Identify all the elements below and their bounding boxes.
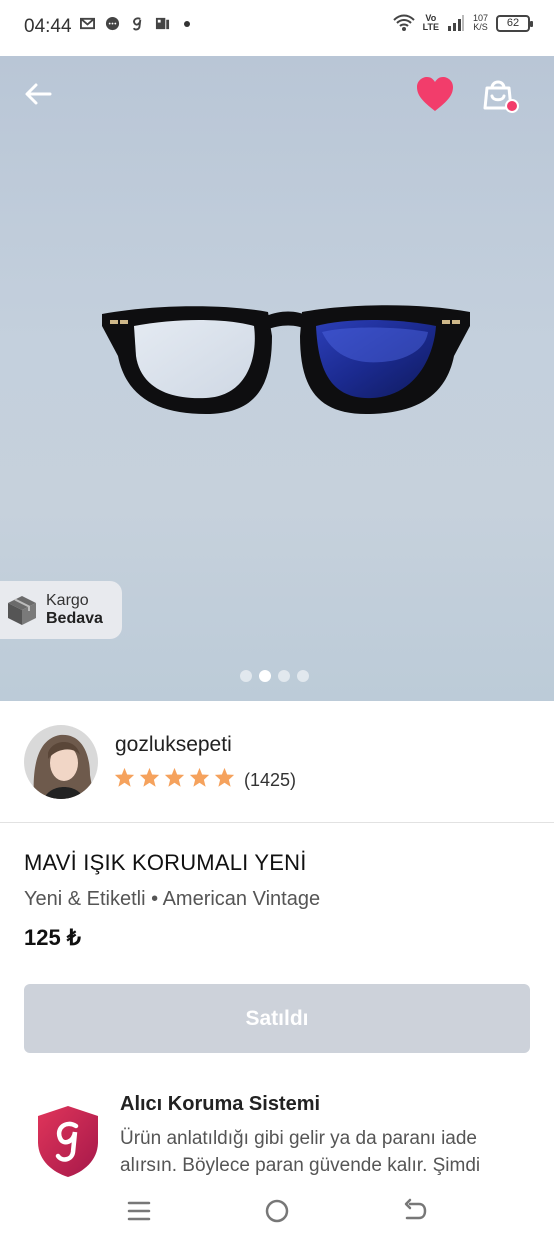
product-condition-brand: Yeni & Etiketli • American Vintage: [24, 888, 321, 910]
sold-button[interactable]: Satıldı: [24, 984, 530, 1053]
status-bar: 04:44 Vo LTE 107 K/S 62: [0, 0, 554, 56]
battery-level: 62: [506, 16, 520, 29]
home-icon[interactable]: [264, 1198, 290, 1224]
carousel-dots[interactable]: [240, 670, 309, 682]
package-box-icon: [8, 596, 36, 625]
free-shipping-badge: Kargo Bedava: [0, 581, 122, 639]
notification-icons: [80, 16, 190, 31]
carousel-dot[interactable]: [240, 670, 252, 682]
network-speed: 107 K/S: [473, 14, 488, 32]
battery-icon: 62: [496, 14, 533, 32]
seller-row[interactable]: gozluksepeti (1425): [0, 701, 554, 823]
wifi-icon: [392, 14, 415, 31]
buyer-protection-title: Alıcı Koruma Sistemi: [120, 1093, 321, 1115]
carousel-dot[interactable]: [278, 670, 290, 682]
carousel-dot-active[interactable]: [259, 670, 271, 682]
rating-stars: [114, 767, 235, 788]
star-icon: [139, 767, 160, 787]
signal-icon: [447, 15, 464, 31]
heart-icon[interactable]: [414, 74, 456, 114]
volte-indicator: Vo LTE: [422, 13, 439, 32]
carousel-dot[interactable]: [297, 670, 309, 682]
back-arrow-icon[interactable]: [20, 76, 56, 112]
star-icon: [114, 767, 135, 787]
chat-icon: [105, 16, 120, 31]
star-icon: [164, 767, 185, 787]
back-icon[interactable]: [402, 1198, 428, 1224]
gmail-icon: [80, 17, 95, 30]
star-icon: [214, 767, 235, 787]
status-time: 04:44: [24, 16, 72, 37]
product-title: MAVİ IŞIK KORUMALI YENİ: [24, 850, 307, 875]
shopping-bag-icon[interactable]: [480, 74, 522, 116]
gardrops-icon: [132, 17, 142, 31]
star-icon: [189, 767, 210, 787]
seller-avatar[interactable]: [24, 725, 98, 799]
eyeglasses-product-photo: [102, 305, 470, 414]
rating-count: (1425): [244, 770, 297, 790]
more-notifications-icon: [184, 20, 190, 27]
system-status: Vo LTE 107 K/S 62: [392, 13, 533, 32]
recent-apps-icon[interactable]: [126, 1198, 152, 1224]
buyer-protection-shield-icon: [38, 1106, 98, 1177]
badge-line-1: Kargo: [46, 592, 89, 609]
product-price: 125 ₺: [24, 925, 81, 950]
news-icon: [155, 17, 170, 30]
system-navigation-bar: [0, 1180, 554, 1239]
buyer-protection-text: Ürün anlatıldığı gibi gelir ya da paranı…: [120, 1128, 481, 1176]
speed-unit: K/S: [473, 22, 488, 32]
product-image-carousel[interactable]: Kargo Bedava: [0, 56, 554, 701]
seller-name[interactable]: gozluksepeti: [115, 733, 232, 757]
badge-line-2: Bedava: [46, 610, 103, 627]
